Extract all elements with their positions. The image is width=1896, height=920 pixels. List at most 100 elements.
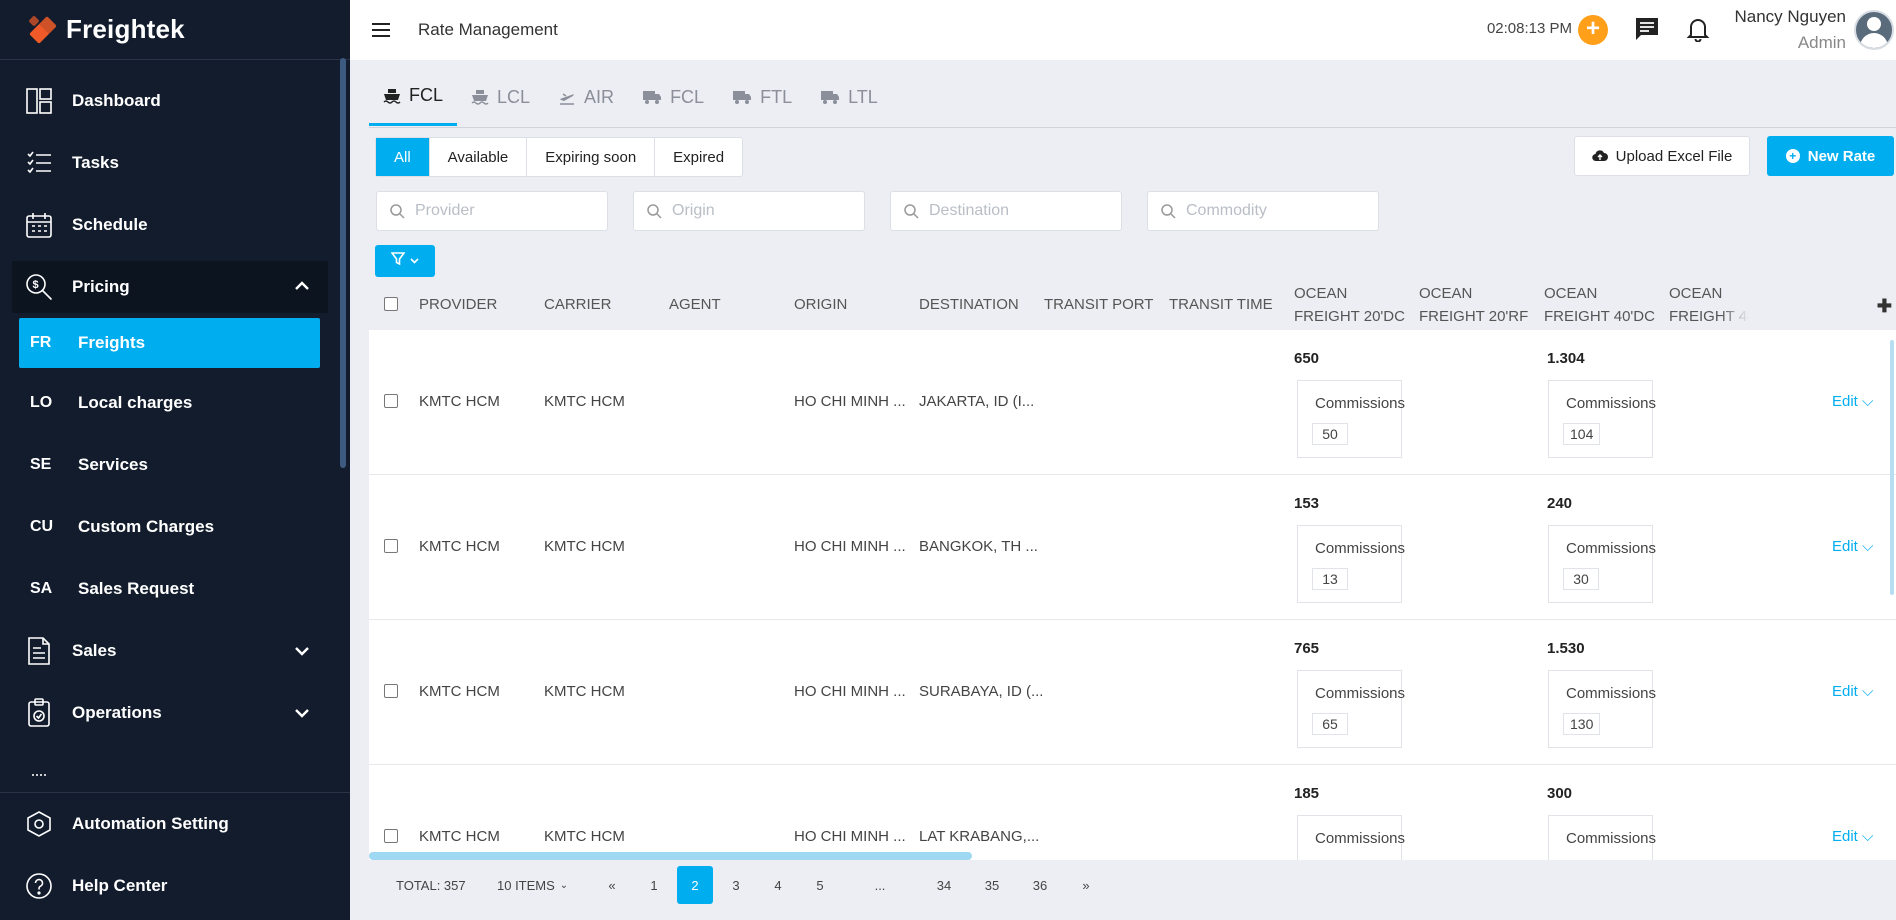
search-icon (389, 203, 405, 219)
commission-value[interactable]: 65 (1312, 713, 1348, 735)
commission-value[interactable]: 50 (1312, 423, 1348, 445)
origin-search[interactable] (633, 191, 865, 231)
tab-lcl[interactable]: LCL (457, 68, 544, 126)
row-checkbox[interactable] (384, 394, 398, 408)
page-35[interactable]: 35 (974, 866, 1010, 904)
hamburger-menu-icon[interactable] (372, 19, 390, 41)
cloud-upload-icon (1591, 149, 1608, 163)
tab-label: LTL (848, 86, 878, 107)
sidebar-item-tasks[interactable]: Tasks (0, 132, 350, 194)
avatar[interactable] (1854, 10, 1894, 50)
tab-fcl-truck[interactable]: FCL (628, 68, 718, 126)
commodity-input[interactable] (1184, 201, 1364, 221)
destination-input[interactable] (927, 201, 1107, 221)
tab-air[interactable]: AIR (544, 68, 628, 126)
table-row[interactable]: KMTC HCM KMTC HCM HO CHI MINH ... LAT KR… (369, 765, 1896, 860)
commission-label: Commissions (1315, 830, 1406, 847)
bell-icon[interactable] (1686, 16, 1710, 47)
commission-label: Commissions (1566, 540, 1657, 557)
sidebar-item-label: Help Center (72, 876, 168, 895)
commission-box: Commissions 104 (1548, 380, 1656, 458)
origin-input[interactable] (670, 201, 850, 221)
vertical-scrollbar[interactable] (1890, 340, 1894, 595)
page-5[interactable]: 5 (802, 866, 838, 904)
col-transit-time[interactable]: TRANSIT TIME (1169, 293, 1273, 316)
sidebar-item-dashboard[interactable]: Dashboard (0, 70, 350, 132)
add-column-icon[interactable]: ✚ (1877, 296, 1892, 317)
quick-add-button[interactable]: + (1578, 15, 1608, 45)
commission-value[interactable]: 130 (1563, 713, 1601, 735)
cell-provider: KMTC HCM (419, 393, 500, 410)
edit-dropdown[interactable]: Edit ⌵ (1832, 828, 1873, 845)
tab-ftl[interactable]: FTL (718, 68, 806, 126)
next-page-button[interactable]: » (1068, 866, 1104, 904)
row-checkbox[interactable] (384, 684, 398, 698)
sidebar-item-sales[interactable]: Sales (0, 620, 350, 682)
col-agent[interactable]: AGENT (669, 293, 721, 316)
commission-value[interactable]: 30 (1563, 568, 1599, 590)
sidebar-item-freights[interactable]: FR Freights (19, 318, 320, 368)
sidebar-item-custom-charges[interactable]: CU Custom Charges (0, 496, 350, 558)
filter-expiring-soon-button[interactable]: Expiring soon (527, 138, 656, 176)
col-ocean-freight-20dc[interactable]: OCEAN FREIGHT 20'DC (1294, 282, 1405, 328)
prev-page-button[interactable]: « (594, 866, 630, 904)
dashboard-icon (24, 86, 54, 116)
destination-search[interactable] (890, 191, 1122, 231)
col-provider[interactable]: PROVIDER (419, 293, 497, 316)
chat-icon[interactable] (1634, 16, 1660, 47)
calendar-icon (24, 210, 54, 240)
edit-dropdown[interactable]: Edit ⌵ (1832, 393, 1873, 410)
advanced-filter-button[interactable] (375, 245, 435, 277)
new-rate-button[interactable]: + New Rate (1767, 136, 1894, 176)
sidebar-item-operations[interactable]: Operations (0, 682, 350, 744)
page-36[interactable]: 36 (1022, 866, 1058, 904)
col-transit-port[interactable]: TRANSIT PORT (1044, 293, 1153, 316)
sidebar-scrollbar[interactable] (340, 58, 346, 468)
page-2[interactable]: 2 (677, 866, 713, 904)
sidebar-item-automation-setting[interactable]: Automation Setting (0, 793, 350, 855)
col-carrier[interactable]: CARRIER (544, 293, 612, 316)
upload-excel-button[interactable]: Upload Excel File (1574, 136, 1750, 176)
filter-expired-button[interactable]: Expired (655, 138, 742, 176)
page-1[interactable]: 1 (636, 866, 672, 904)
tab-ltl[interactable]: LTL (806, 68, 892, 126)
sidebar-item-schedule[interactable]: Schedule (0, 194, 350, 256)
page-3[interactable]: 3 (718, 866, 754, 904)
col-ocean-freight-40[interactable]: OCEAN FREIGHT 40'F (1669, 282, 1749, 328)
filter-all-button[interactable]: All (376, 138, 430, 176)
table-row[interactable]: KMTC HCM KMTC HCM HO CHI MINH ... SURABA… (369, 620, 1896, 765)
commission-value[interactable]: 13 (1312, 568, 1348, 590)
page-ellipsis[interactable]: ... (862, 866, 898, 904)
provider-search[interactable] (376, 191, 608, 231)
col-origin[interactable]: ORIGIN (794, 293, 847, 316)
page-4[interactable]: 4 (760, 866, 796, 904)
select-all-checkbox[interactable] (384, 297, 398, 311)
filter-available-button[interactable]: Available (430, 138, 528, 176)
col-ocean-freight-20rf[interactable]: OCEAN FREIGHT 20'RF (1419, 282, 1528, 328)
edit-dropdown[interactable]: Edit ⌵ (1832, 683, 1873, 700)
commission-value[interactable]: 104 (1563, 423, 1601, 445)
sidebar-item-sales-request[interactable]: SA Sales Request (0, 558, 350, 620)
rates-table: KMTC HCM KMTC HCM HO CHI MINH ... JAKART… (369, 330, 1896, 860)
sidebar-item-services[interactable]: SE Services (0, 434, 350, 496)
row-checkbox[interactable] (384, 539, 398, 553)
edit-dropdown[interactable]: Edit ⌵ (1832, 538, 1873, 555)
page-34[interactable]: 34 (926, 866, 962, 904)
commodity-search[interactable] (1147, 191, 1379, 231)
cell-carrier: KMTC HCM (544, 828, 625, 845)
provider-input[interactable] (413, 201, 593, 221)
chevron-down-icon: ⌄ (559, 879, 569, 891)
page-size-select[interactable]: 10 ITEMS ⌄ (497, 866, 568, 904)
tab-fcl[interactable]: FCL (369, 68, 458, 126)
table-row[interactable]: KMTC HCM KMTC HCM HO CHI MINH ... BANGKO… (369, 475, 1896, 620)
brand[interactable]: Freightek (0, 0, 350, 60)
table-row[interactable]: KMTC HCM KMTC HCM HO CHI MINH ... JAKART… (369, 330, 1896, 475)
col-ocean-freight-40dc[interactable]: OCEAN FREIGHT 40'DC (1544, 282, 1655, 328)
horizontal-scrollbar[interactable] (369, 852, 972, 860)
row-checkbox[interactable] (384, 829, 398, 843)
cell-origin: HO CHI MINH ... (794, 683, 906, 700)
col-destination[interactable]: DESTINATION (919, 293, 1019, 316)
sidebar-item-pricing[interactable]: $ Pricing (12, 261, 328, 313)
sidebar-item-help-center[interactable]: Help Center (0, 855, 350, 917)
sidebar-item-local-charges[interactable]: LO Local charges (0, 372, 350, 434)
